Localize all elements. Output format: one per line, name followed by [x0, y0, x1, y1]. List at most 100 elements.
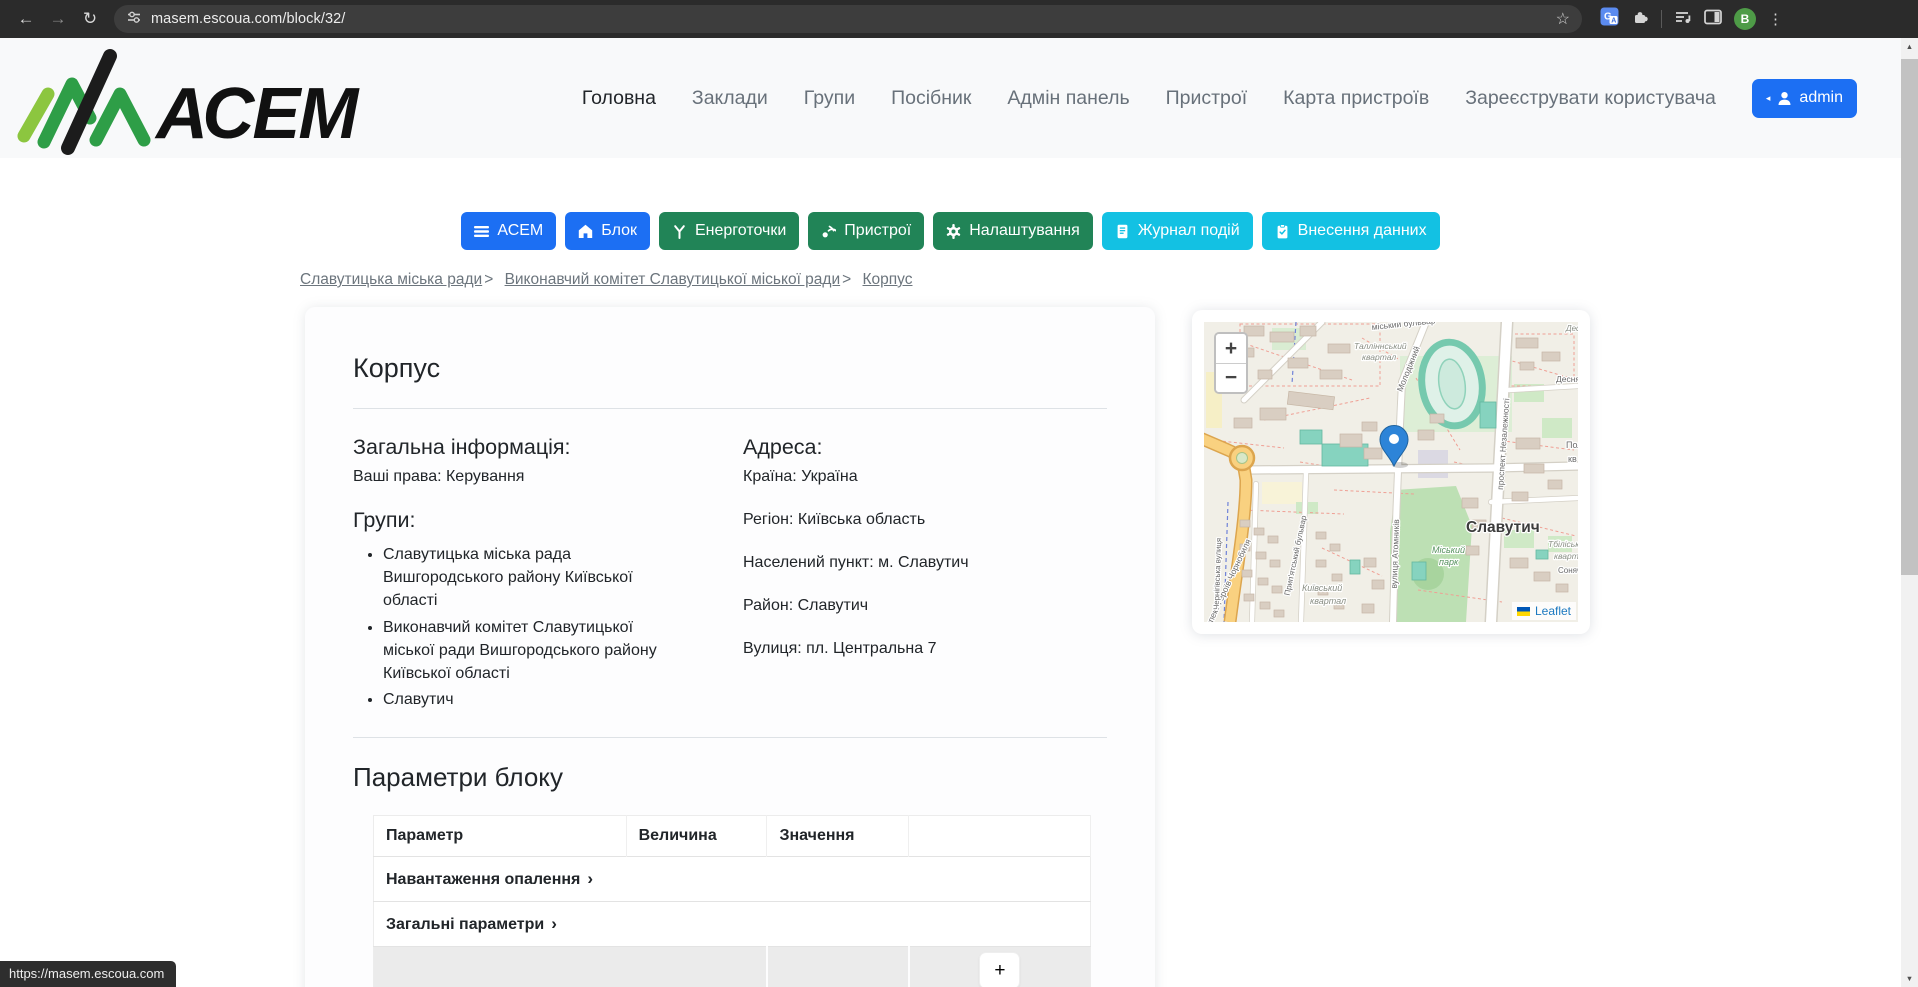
- block-info-card: Корпус Загальна інформація: Ваші права: …: [305, 307, 1155, 987]
- journal-icon: [1115, 224, 1130, 239]
- map-label: Дес: [1565, 324, 1578, 333]
- map-label: Таллiннський: [1354, 341, 1407, 351]
- divider: [353, 408, 1107, 409]
- data-entry-button[interactable]: Внесення данних: [1262, 212, 1440, 250]
- nav-item-zaklady[interactable]: Заклади: [692, 87, 768, 110]
- bookmark-star-icon[interactable]: ☆: [1556, 9, 1570, 29]
- add-parameter-button[interactable]: +: [979, 952, 1020, 987]
- footer-cell: +: [909, 947, 1091, 987]
- location-map-card: міський бульвар Таллiннський квартал Мол…: [1192, 310, 1590, 634]
- breadcrumb: Славутицька міська ради> Виконавчий комі…: [300, 271, 913, 289]
- table-footer-row: +: [374, 947, 1091, 987]
- map-label: квартал: [1362, 352, 1396, 362]
- extensions-puzzle-icon[interactable]: [1631, 8, 1649, 31]
- col-actions: [909, 816, 1091, 857]
- settings-toolbar-button[interactable]: Налаштування: [933, 212, 1093, 250]
- page-title: Корпус: [353, 353, 1107, 384]
- admin-menu-button[interactable]: ◂ admin: [1752, 79, 1857, 118]
- energy-icon: [672, 224, 687, 239]
- event-log-button[interactable]: Журнал подій: [1102, 212, 1253, 250]
- nav-item-device-map[interactable]: Карта пристроїв: [1283, 87, 1429, 110]
- breadcrumb-korpus[interactable]: Корпус: [863, 271, 913, 288]
- table-row[interactable]: Навантаження опалення›: [374, 857, 1091, 902]
- block-toolbar-button[interactable]: Блок: [565, 212, 650, 250]
- chrome-actions: G A: [1600, 7, 1783, 31]
- leaflet-link[interactable]: Leaflet: [1535, 604, 1571, 618]
- acem-toolbar-button[interactable]: АСЕМ: [461, 212, 556, 250]
- address-street: Вулиця: пл. Центральна 7: [743, 640, 1107, 658]
- map-label: кв: [1568, 454, 1577, 464]
- breadcrumb-city-council[interactable]: Славутицька міська ради: [300, 271, 482, 288]
- nav-item-devices[interactable]: Пристрої: [1166, 87, 1248, 110]
- chevron-right-icon: ›: [551, 914, 557, 933]
- map-label: квартал: [1554, 551, 1578, 561]
- col-parameter: Параметр: [374, 816, 627, 857]
- block-toolbar: АСЕМ Блок Енерготочки Пристрої: [0, 212, 1901, 250]
- address-bar[interactable]: ☆: [114, 5, 1582, 33]
- acem-logo[interactable]: АСЕМ: [8, 36, 438, 161]
- breadcrumb-executive-committee[interactable]: Виконавчий комітет Славутицької міської …: [505, 271, 841, 288]
- toolbar-separator: [1661, 10, 1662, 28]
- breadcrumb-separator: >: [484, 271, 493, 288]
- scrollbar-thumb[interactable]: [1901, 59, 1918, 575]
- caret-left-icon: ◂: [1766, 93, 1771, 104]
- nav-item-groups[interactable]: Групи: [804, 87, 855, 110]
- energy-points-button[interactable]: Енерготочки: [659, 212, 799, 250]
- zoom-in-button[interactable]: +: [1216, 334, 1246, 363]
- leaflet-map[interactable]: міський бульвар Таллiннський квартал Мол…: [1204, 322, 1578, 622]
- url-input[interactable]: [151, 11, 1547, 27]
- translate-icon[interactable]: G A: [1600, 7, 1619, 31]
- nav-item-register-user[interactable]: Зареєструвати користувача: [1465, 87, 1716, 110]
- map-label: Сонячни: [1558, 566, 1578, 575]
- address-country: Країна: Україна: [743, 468, 1107, 486]
- devices-toolbar-button[interactable]: Пристрої: [808, 212, 924, 250]
- site-header: АСЕМ Головна Заклади Групи Посібник Адмі…: [0, 38, 1901, 158]
- map-label: Пол: [1566, 440, 1578, 450]
- forward-icon[interactable]: →: [42, 3, 74, 35]
- nav-item-guide[interactable]: Посібник: [891, 87, 971, 110]
- logo-text: АСЕМ: [154, 74, 360, 154]
- map-label: Київський: [1302, 583, 1342, 593]
- map-attribution: Leaflet: [1512, 602, 1576, 620]
- side-panel-icon[interactable]: [1704, 9, 1722, 30]
- back-icon[interactable]: ←: [10, 3, 42, 35]
- block-params-heading: Параметри блоку: [353, 762, 1107, 793]
- param-group-general[interactable]: Загальні параметри›: [374, 902, 1091, 947]
- chrome-menu-icon[interactable]: ⋮: [1768, 10, 1783, 28]
- user-icon: [1777, 91, 1792, 106]
- address-settlement: Населений пункт: м. Славутич: [743, 554, 1107, 572]
- group-item: Славутич: [383, 688, 658, 711]
- map-label: Тбіліський: [1548, 539, 1578, 549]
- browser-toolbar: ← → ↻ ☆ G A: [0, 0, 1918, 38]
- zoom-out-button[interactable]: −: [1216, 363, 1246, 392]
- param-group-heating-load[interactable]: Навантаження опалення›: [374, 857, 1091, 902]
- address-region: Регіон: Київська область: [743, 511, 1107, 529]
- nav-item-admin-panel[interactable]: Адмін панель: [1007, 87, 1129, 110]
- map-label: парк: [1439, 557, 1459, 567]
- table-header-row: Параметр Величина Значення: [374, 816, 1091, 857]
- site-info-icon[interactable]: [126, 9, 142, 30]
- col-value: Значення: [767, 816, 909, 857]
- map-city-label: Славутич: [1466, 519, 1540, 536]
- address-heading: Адреса:: [743, 435, 1107, 460]
- breadcrumb-separator: >: [842, 271, 851, 288]
- profile-avatar[interactable]: B: [1734, 8, 1756, 30]
- footer-cell: [374, 947, 767, 987]
- main-nav: Головна Заклади Групи Посібник Адмін пан…: [582, 87, 1716, 110]
- col-quantity: Величина: [626, 816, 767, 857]
- scroll-up-arrow[interactable]: ▲: [1901, 38, 1918, 55]
- clipboard-check-icon: [1275, 224, 1290, 239]
- nav-item-home[interactable]: Головна: [582, 87, 656, 110]
- reload-icon[interactable]: ↻: [74, 3, 106, 35]
- groups-list: Славутицька міська рада Вишгородського р…: [353, 543, 743, 711]
- menu-icon: [474, 224, 489, 239]
- map-label: квартал: [1310, 596, 1346, 606]
- page-scrollbar[interactable]: ▲ ▼: [1901, 38, 1918, 987]
- media-controls-icon[interactable]: [1674, 8, 1692, 31]
- block-params-table: Параметр Величина Значення Навантаження …: [373, 815, 1091, 987]
- group-item: Виконавчий комітет Славутицької міської …: [383, 616, 658, 686]
- scroll-down-arrow[interactable]: ▼: [1901, 970, 1918, 987]
- table-row[interactable]: Загальні параметри›: [374, 902, 1091, 947]
- divider: [353, 737, 1107, 738]
- satellite-icon: [821, 224, 836, 239]
